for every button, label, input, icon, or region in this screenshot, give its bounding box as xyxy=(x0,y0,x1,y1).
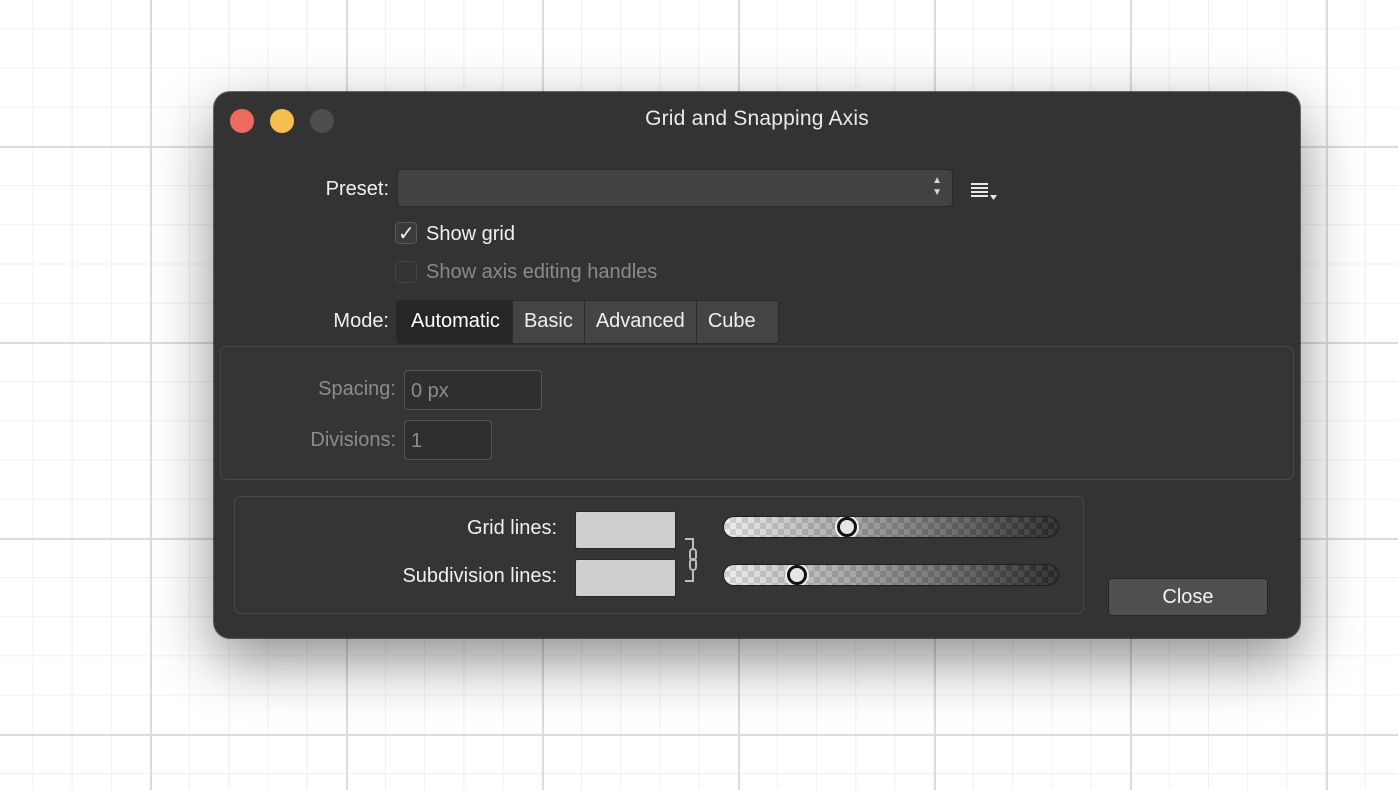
stepper-arrows-icon: ▲ ▼ xyxy=(932,175,942,198)
close-button[interactable]: Close xyxy=(1108,578,1268,616)
show-grid-checkbox[interactable]: ✓ xyxy=(395,222,417,245)
grid-lines-label: Grid lines: xyxy=(466,517,557,539)
tab-cube[interactable]: Cube xyxy=(696,301,778,343)
lines-panel: Grid lines: Subdivision lines: xyxy=(234,496,1084,614)
window-title: Grid and Snapping Axis xyxy=(645,107,869,130)
tab-automatic[interactable]: Automatic xyxy=(397,301,513,343)
mode-label: Mode: xyxy=(333,310,389,332)
preset-select[interactable]: ▲ ▼ xyxy=(397,169,953,207)
divisions-label: Divisions: xyxy=(310,429,396,451)
tab-basic[interactable]: Basic xyxy=(512,301,585,343)
subdivision-lines-label: Subdivision lines: xyxy=(402,565,557,587)
subdivision-lines-opacity-slider[interactable] xyxy=(723,564,1059,586)
preset-label: Preset: xyxy=(325,178,389,200)
subdivision-lines-slider-thumb[interactable] xyxy=(787,565,807,585)
spacing-field: 0 px xyxy=(404,370,542,410)
grid-lines-slider-thumb[interactable] xyxy=(837,517,857,537)
dialog-window: Grid and Snapping Axis Preset: ▲ ▼ ✓ Show… xyxy=(214,92,1300,638)
grid-lines-color-swatch[interactable] xyxy=(575,511,676,549)
checkmark-icon: ✓ xyxy=(398,223,415,245)
grid-lines-opacity-slider[interactable] xyxy=(723,516,1059,538)
show-axis-handles-checkbox xyxy=(395,261,417,283)
show-grid-label: Show grid xyxy=(426,223,515,245)
subdivision-lines-color-swatch[interactable] xyxy=(575,559,676,597)
show-axis-handles-label: Show axis editing handles xyxy=(426,261,658,283)
divisions-field: 1 xyxy=(404,420,492,460)
link-chain-icon[interactable] xyxy=(685,537,705,583)
mode-settings-panel: Spacing: 0 px Divisions: 1 xyxy=(220,346,1294,480)
tab-advanced[interactable]: Advanced xyxy=(584,301,697,343)
spacing-label: Spacing: xyxy=(318,378,396,400)
preset-menu-icon[interactable] xyxy=(969,178,1001,204)
mode-segmented-control: Automatic Basic Advanced Cube xyxy=(396,300,779,344)
